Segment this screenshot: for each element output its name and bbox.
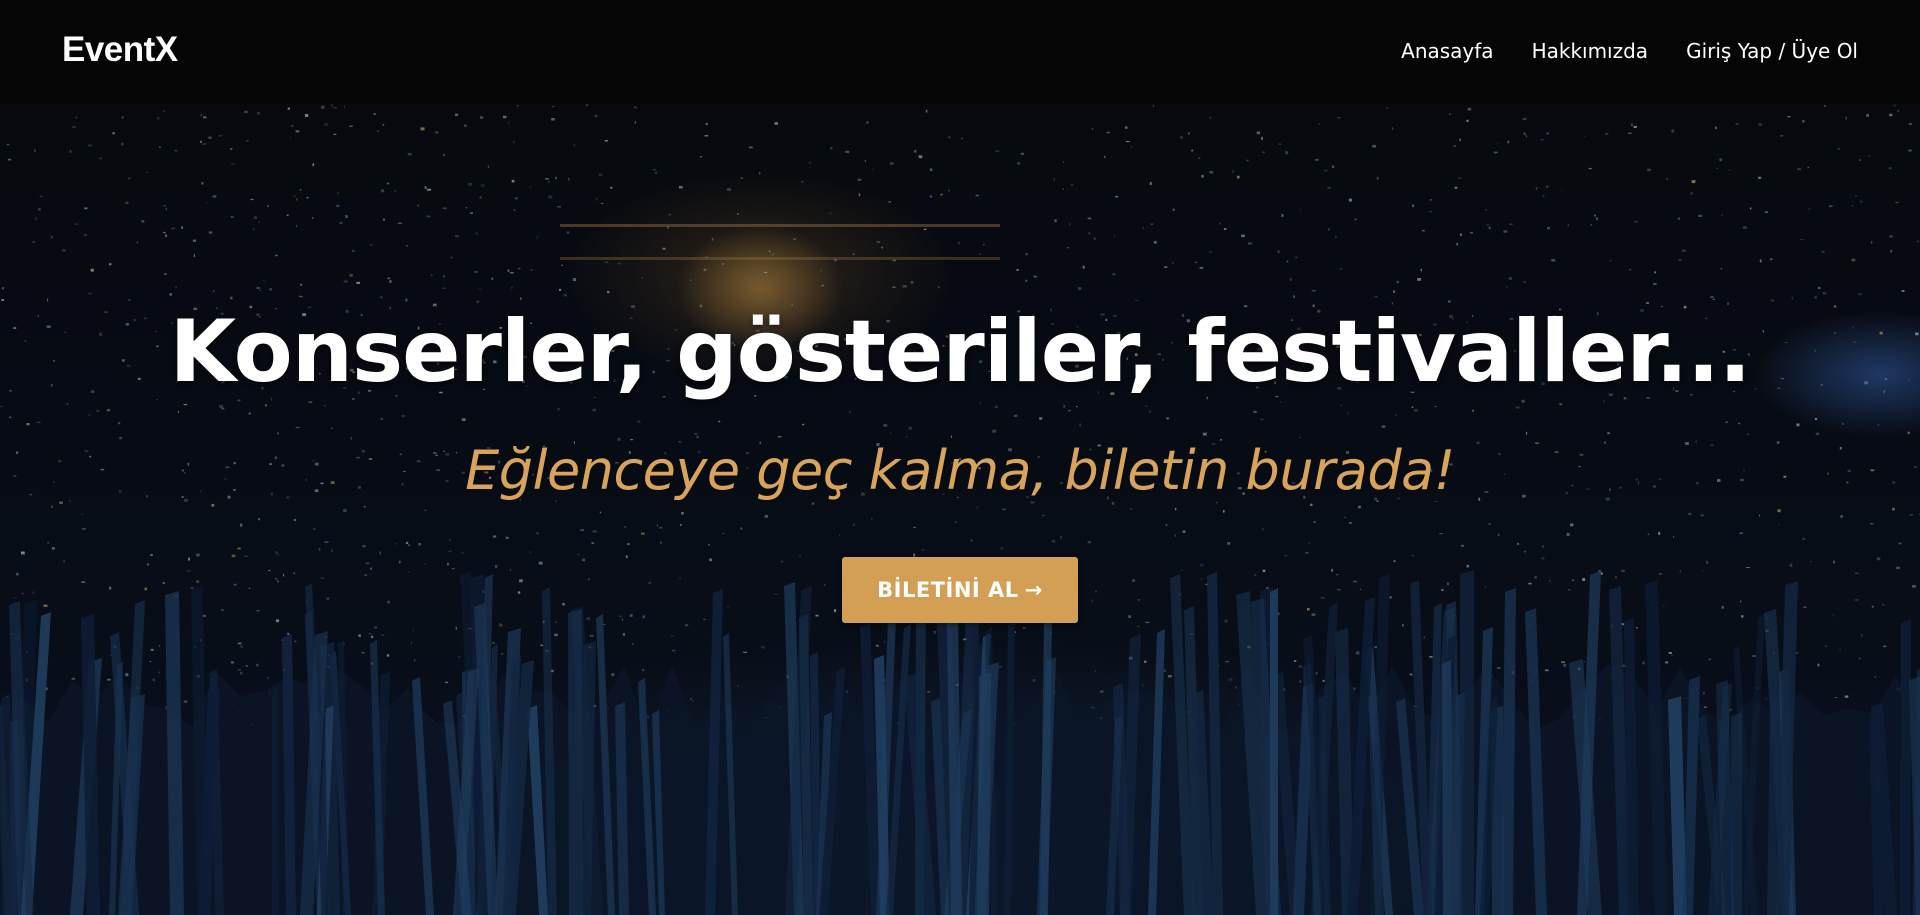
hero-headline: Konserler, gösteriler, festivaller...: [169, 302, 1752, 402]
nav-link-login-signup[interactable]: Giriş Yap / Üye Ol: [1686, 38, 1858, 64]
hero-section: Konserler, gösteriler, festivaller... Eğ…: [0, 104, 1920, 915]
hero-subheadline: Eğlenceye geç kalma, biletin burada!: [465, 439, 1455, 502]
get-ticket-label: BİLETİNİ AL: [877, 578, 1019, 602]
navbar: EventX Anasayfa Hakkımızda Giriş Yap / Ü…: [0, 0, 1920, 104]
hero-overlay: [0, 104, 1920, 915]
brand-logo[interactable]: EventX: [62, 29, 178, 71]
nav-link-about[interactable]: Hakkımızda: [1532, 38, 1649, 64]
get-ticket-button[interactable]: BİLETİNİ AL →: [842, 557, 1078, 623]
arrow-right-icon: →: [1024, 578, 1043, 602]
nav-link-home[interactable]: Anasayfa: [1401, 38, 1493, 64]
nav-links: Anasayfa Hakkımızda Giriş Yap / Üye Ol: [1401, 38, 1858, 64]
